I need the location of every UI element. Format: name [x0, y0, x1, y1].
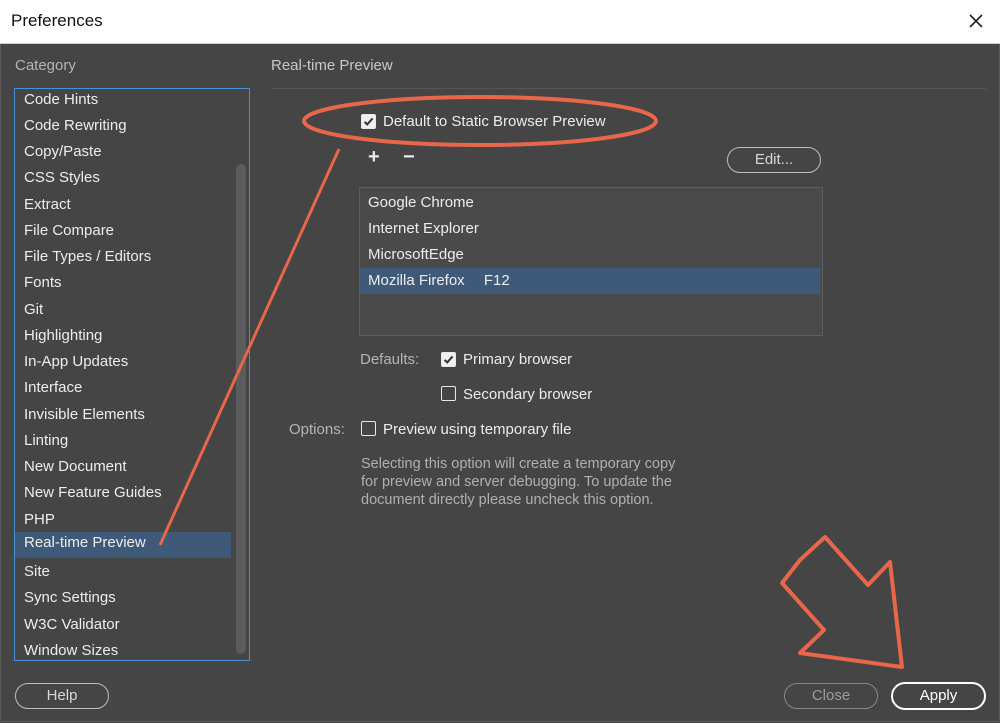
- close-button[interactable]: Close: [784, 683, 878, 709]
- temp-file-checkbox[interactable]: [361, 421, 376, 436]
- default-static-checkbox[interactable]: [361, 114, 376, 129]
- category-item[interactable]: File Types / Editors: [15, 246, 231, 272]
- checkmark-icon: [443, 355, 454, 364]
- window-title: Preferences: [11, 11, 103, 30]
- category-item[interactable]: W3C Validator: [15, 614, 231, 640]
- primary-browser-checkbox[interactable]: [441, 352, 456, 367]
- category-item[interactable]: Git: [15, 299, 231, 325]
- category-item[interactable]: Fonts: [15, 272, 231, 298]
- apply-button[interactable]: Apply: [891, 682, 986, 710]
- help-button[interactable]: Help: [15, 683, 109, 709]
- temp-file-label: Preview using temporary file: [383, 421, 572, 438]
- browser-item[interactable]: Google Chrome: [360, 190, 820, 216]
- primary-browser-label: Primary browser: [463, 351, 573, 368]
- category-item[interactable]: Extract: [15, 194, 231, 220]
- panel-title: Real-time Preview: [271, 57, 393, 74]
- title-bar: Preferences: [0, 0, 1000, 44]
- defaults-label: Defaults:: [360, 351, 420, 368]
- browser-item[interactable]: Internet Explorer: [360, 216, 820, 242]
- category-item[interactable]: Invisible Elements: [15, 404, 231, 430]
- category-item[interactable]: File Compare: [15, 220, 231, 246]
- edit-button[interactable]: Edit...: [727, 147, 821, 173]
- browser-shortcut: F12: [483, 272, 510, 289]
- checkmark-icon: [363, 117, 374, 126]
- hint-line: for preview and server debugging. To upd…: [361, 474, 672, 490]
- browser-list[interactable]: Google Chrome Internet Explorer Microsof…: [359, 187, 823, 336]
- temp-file-hint: Selecting this option will create a temp…: [361, 455, 721, 509]
- category-item[interactable]: New Feature Guides: [15, 482, 231, 508]
- category-item[interactable]: Highlighting: [15, 325, 231, 351]
- category-item[interactable]: Window Sizes: [15, 640, 231, 660]
- category-item[interactable]: Site: [15, 561, 231, 587]
- category-item[interactable]: Linting: [15, 430, 231, 456]
- browser-item[interactable]: MicrosoftEdge: [360, 242, 820, 268]
- category-item[interactable]: Copy/Paste: [15, 141, 231, 167]
- options-label: Options:: [289, 421, 345, 438]
- category-item[interactable]: Code Hints: [15, 89, 231, 115]
- hint-line: document directly please uncheck this op…: [361, 492, 654, 508]
- close-icon[interactable]: [966, 11, 986, 31]
- scrollbar-thumb[interactable]: [236, 164, 246, 654]
- secondary-browser-checkbox[interactable]: [441, 386, 456, 401]
- browser-name: Internet Explorer: [368, 220, 479, 237]
- hint-line: Selecting this option will create a temp…: [361, 456, 676, 472]
- category-scrollbar[interactable]: [233, 89, 249, 660]
- divider: [271, 88, 986, 89]
- browser-item-selected[interactable]: Mozilla Firefox F12: [360, 268, 820, 294]
- browser-name: Google Chrome: [368, 194, 474, 211]
- category-item[interactable]: In-App Updates: [15, 351, 231, 377]
- category-item[interactable]: Interface: [15, 377, 231, 403]
- browser-name: Mozilla Firefox: [368, 272, 465, 289]
- category-heading: Category: [15, 57, 76, 74]
- category-item-selected[interactable]: Real-time Preview: [15, 532, 231, 558]
- category-item[interactable]: New Document: [15, 456, 231, 482]
- default-static-label: Default to Static Browser Preview: [383, 113, 606, 130]
- category-item[interactable]: Sync Settings: [15, 587, 231, 613]
- category-item[interactable]: CSS Styles: [15, 167, 231, 193]
- category-list[interactable]: Code Hints Code Rewriting Copy/Paste CSS…: [14, 88, 250, 661]
- browser-name: MicrosoftEdge: [368, 246, 464, 263]
- plus-icon[interactable]: +: [368, 146, 380, 169]
- category-item[interactable]: Code Rewriting: [15, 115, 231, 141]
- secondary-browser-label: Secondary browser: [463, 386, 593, 403]
- minus-icon[interactable]: −: [403, 146, 415, 169]
